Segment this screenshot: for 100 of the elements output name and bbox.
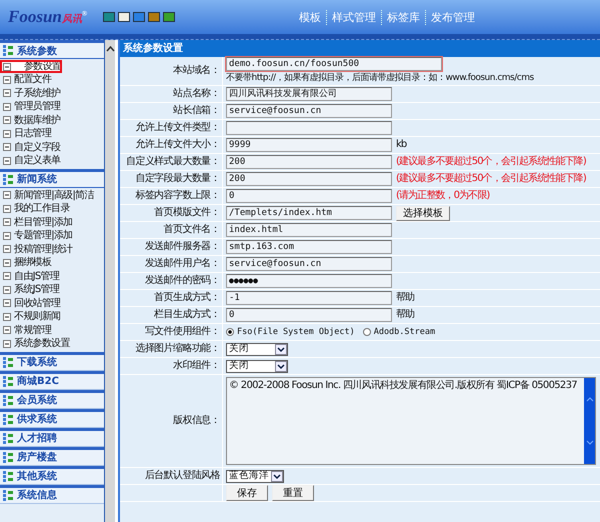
- scroll-up-icon[interactable]: [106, 46, 114, 52]
- sidebar-item[interactable]: 不规则新闻: [0, 310, 104, 324]
- theme-swatch[interactable]: [133, 12, 146, 22]
- field-hint: 不要带http://，如果有虚拟目录，后面请带虚拟目录：如：www.foosun.cms/cms: [226, 72, 535, 84]
- field-label: 自定字段最大数量：: [135, 173, 220, 185]
- scroll-down-icon[interactable]: [586, 440, 594, 445]
- input-field[interactable]: 200: [226, 155, 392, 169]
- sidebar-item[interactable]: 子系统维护: [0, 86, 104, 100]
- sidebar-section[interactable]: 系统参数: [0, 40, 104, 59]
- form-button[interactable]: 保存: [226, 485, 268, 501]
- field-label: 允许上传文件大小：: [135, 139, 220, 151]
- sidebar-item[interactable]: 回收站管理: [0, 296, 104, 310]
- collapse-icon: [3, 326, 11, 334]
- collapse-icon: [3, 258, 11, 267]
- sidebar-section[interactable]: 供求系统: [0, 408, 104, 428]
- field-label: 首页文件名：: [164, 224, 220, 236]
- input-field[interactable]: demo.foosun.cn/foosun500: [226, 57, 442, 71]
- field-label: 水印组件：: [172, 360, 220, 372]
- field-label: 标签内容字数上限：: [135, 190, 220, 202]
- collapse-icon: [3, 245, 11, 254]
- input-field[interactable]: smtp.163.com: [226, 240, 392, 254]
- sidebar-item[interactable]: 自定义表单: [0, 154, 104, 168]
- radio-option[interactable]: Fso(File System Object): [226, 326, 355, 338]
- collapse-icon: [3, 204, 11, 213]
- sidebar-item[interactable]: 管理员管理: [0, 100, 104, 114]
- field-note: 帮助: [396, 309, 414, 321]
- password-field[interactable]: ●●●●●●: [226, 274, 392, 288]
- sidebar-item[interactable]: 投稿管理|统计: [0, 242, 104, 256]
- caret-icon: [271, 470, 283, 482]
- input-field[interactable]: [226, 121, 392, 135]
- tree-icon: [3, 452, 14, 462]
- field-note: (请为正整数，0为不限): [396, 190, 490, 202]
- theme-swatch[interactable]: [118, 12, 130, 22]
- radio-option[interactable]: Adodb.Stream: [362, 326, 436, 338]
- dropdown[interactable]: 关闭: [226, 342, 288, 356]
- form-button[interactable]: 重置: [272, 485, 314, 501]
- sidebar-section[interactable]: 新闻系统: [0, 168, 104, 188]
- field-label: 允许上传文件类型：: [135, 122, 220, 134]
- sidebar-item[interactable]: 系统参数设置: [0, 337, 104, 350]
- sidebar-section[interactable]: 人才招聘: [0, 428, 104, 446]
- sidebar-section[interactable]: 下载系统: [0, 352, 104, 370]
- sidebar-item[interactable]: 我的工作目录: [0, 202, 104, 216]
- field-label: 本站域名：: [172, 65, 220, 77]
- input-field[interactable]: index.html: [226, 223, 392, 237]
- collapse-icon: [3, 130, 11, 138]
- sidebar-section[interactable]: 其他系统: [0, 466, 104, 484]
- caret-icon: [275, 344, 287, 354]
- scrollbar[interactable]: [105, 40, 115, 522]
- sidebar-item[interactable]: 新闻管理|高级|简洁: [0, 188, 104, 202]
- sidebar-item[interactable]: 系统JS管理: [0, 283, 104, 296]
- collapse-icon: [3, 156, 11, 165]
- sidebar-item[interactable]: 自由JS管理: [0, 270, 104, 283]
- sidebar-section[interactable]: 系统信息: [0, 484, 104, 504]
- tree-icon: [3, 490, 14, 500]
- field-label: 版权信息：: [172, 415, 220, 427]
- sidebar-item[interactable]: 专题管理|添加: [0, 229, 104, 242]
- collapse-icon: [3, 76, 11, 84]
- input-field[interactable]: 四川风讯科技发展有限公司: [226, 87, 392, 101]
- input-field[interactable]: /Templets/index.htm: [226, 206, 392, 220]
- theme-swatch[interactable]: [163, 12, 176, 22]
- collapse-icon: [3, 143, 11, 152]
- sidebar-item[interactable]: 栏目管理|添加: [0, 216, 104, 229]
- choose-template-button[interactable]: 选择模板: [396, 206, 450, 220]
- dropdown[interactable]: 蓝色海洋: [226, 470, 284, 482]
- sidebar-item[interactable]: 自定义字段: [0, 140, 104, 154]
- input-field[interactable]: service@foosun.cn: [226, 104, 392, 118]
- input-field[interactable]: 9999: [226, 138, 392, 152]
- sidebar-section[interactable]: 会员系统: [0, 390, 104, 408]
- tree-icon: [3, 414, 14, 424]
- collapse-icon: [3, 89, 11, 98]
- input-field[interactable]: -1: [226, 291, 392, 305]
- input-field[interactable]: 200: [226, 172, 392, 186]
- theme-swatch[interactable]: [148, 12, 160, 22]
- theme-swatch[interactable]: [103, 12, 116, 22]
- tree-icon: [3, 356, 14, 368]
- field-label: 发送邮件的密码：: [144, 275, 220, 287]
- sidebar-item[interactable]: 日志管理: [0, 127, 104, 140]
- field-label: 站点名称：: [172, 88, 220, 100]
- input-field[interactable]: 0: [226, 189, 392, 203]
- scrollbar[interactable]: [584, 378, 595, 464]
- tree-icon: [3, 394, 14, 406]
- dropdown[interactable]: 关闭: [226, 360, 288, 372]
- collapse-icon: [3, 218, 11, 226]
- copyright-textarea[interactable]: © 2002-2008 Foosun Inc. 四川风讯科技发展有限公司.版权所有 蜀ICP备 05005237: [226, 377, 596, 465]
- collapse-icon: [3, 299, 11, 308]
- collapse-icon: [3, 340, 11, 348]
- field-label: 首页生成方式：: [154, 292, 220, 304]
- collapse-icon: [3, 102, 11, 111]
- sidebar-section[interactable]: 房产楼盘: [0, 446, 104, 466]
- sidebar-item[interactable]: 配置文件: [0, 73, 104, 86]
- collapse-icon: [3, 191, 11, 200]
- sidebar-item[interactable]: 数据库维护: [0, 114, 104, 127]
- sidebar-item[interactable]: 捆绑模板: [0, 256, 104, 270]
- caret-icon: [275, 360, 287, 372]
- tree-icon: [3, 45, 14, 56]
- input-field[interactable]: service@foosun.cn: [226, 257, 392, 271]
- sidebar-item[interactable]: 常规管理: [0, 324, 104, 337]
- tree-icon: [3, 432, 14, 444]
- input-field[interactable]: 0: [226, 308, 392, 322]
- sidebar-section[interactable]: 商城B2C: [0, 370, 104, 390]
